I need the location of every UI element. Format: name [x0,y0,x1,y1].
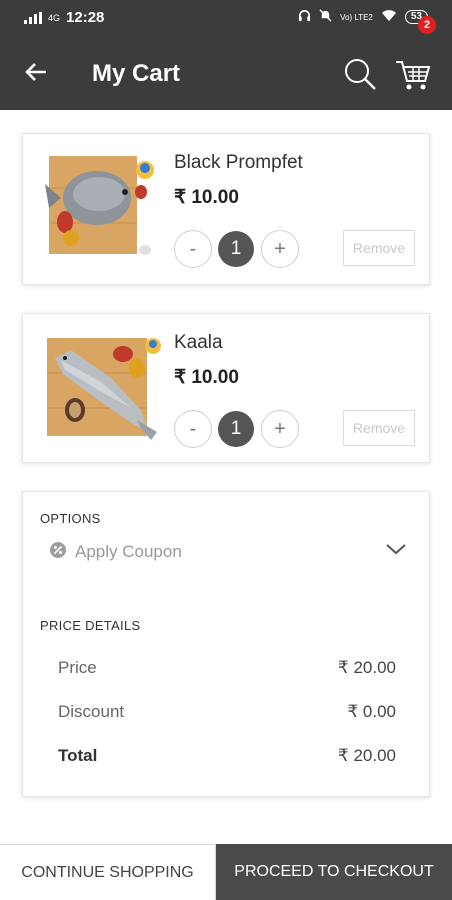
search-icon[interactable] [342,56,378,92]
discount-row: Discount ₹ 0.00 [58,702,396,722]
cart-count-badge: 2 [418,16,436,34]
product-image [41,328,161,446]
product-image [41,148,161,266]
item-name[interactable]: Kaala [174,332,223,354]
apply-coupon-link[interactable]: Apply Coupon [75,542,182,562]
remove-button[interactable]: Remove [343,410,415,446]
total-row: Total ₹ 20.00 [58,746,396,766]
decrease-quantity-button[interactable]: - [174,230,212,268]
item-price: ₹ 10.00 [174,187,239,208]
options-heading: OPTIONS [40,511,101,526]
continue-shopping-button[interactable]: CONTINUE SHOPPING [0,844,216,900]
discount-amount: ₹ 0.00 [347,702,396,721]
quantity-value: 1 [218,411,254,447]
mute-icon [319,9,332,25]
status-bar: 4G 12:28 Vo) LTE2 53 [0,0,452,36]
total-label: Total [58,746,98,765]
price-amount: ₹ 20.00 [337,658,396,677]
increase-quantity-button[interactable]: + [261,230,299,268]
price-label: Price [58,658,97,677]
lte-label: Vo) LTE2 [340,12,373,22]
discount-label: Discount [58,702,125,721]
price-row: Price ₹ 20.00 [58,658,396,678]
wifi-icon [381,9,397,25]
headphones-icon [298,9,311,25]
app-bar: My Cart [0,36,452,110]
cart-item: Kaala ₹ 10.00 - 1 + Remove [22,313,430,463]
cart-icon[interactable] [394,56,432,92]
network-type: 4G [48,12,61,23]
cart-item: Black Prompfet ₹ 10.00 - 1 + Remove [22,133,430,285]
back-arrow-icon[interactable] [22,58,50,86]
signal-icon [24,11,42,24]
coupon-icon [49,541,67,559]
quantity-value: 1 [218,231,254,267]
order-summary-card: OPTIONS Apply Coupon PRICE DETAILS Price… [22,491,430,797]
status-left: 4G 12:28 [24,9,104,26]
remove-button[interactable]: Remove [343,230,415,266]
chevron-down-icon[interactable] [385,540,407,558]
decrease-quantity-button[interactable]: - [174,410,212,448]
total-amount: ₹ 20.00 [337,746,396,765]
proceed-to-checkout-button[interactable]: PROCEED TO CHECKOUT [216,844,452,900]
status-right: Vo) LTE2 53 [298,9,428,25]
item-price: ₹ 10.00 [174,367,239,388]
page-title: My Cart [92,60,181,87]
increase-quantity-button[interactable]: + [261,410,299,448]
clock: 12:28 [66,9,105,26]
item-name[interactable]: Black Prompfet [174,152,303,174]
price-details-heading: PRICE DETAILS [40,618,141,633]
